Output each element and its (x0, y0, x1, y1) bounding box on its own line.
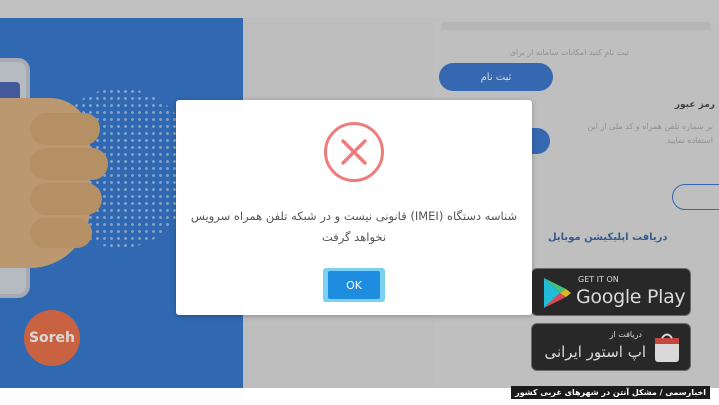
dialog-message-line1: شناسه دستگاه (IMEI) قانونی نیست و در شبک… (190, 209, 518, 223)
screenshot-area: Soreh ثبت نام کنید امکانات سامانه از برا… (0, 0, 719, 388)
dialog-message-line2: نخواهد گرفت (321, 230, 387, 244)
error-x-circle-icon (324, 122, 384, 182)
dialog-message: شناسه دستگاه (IMEI) قانونی نیست و در شبک… (186, 206, 522, 248)
ok-button-label: OK (328, 271, 380, 299)
error-dialog: شناسه دستگاه (IMEI) قانونی نیست و در شبک… (176, 100, 532, 315)
ok-button[interactable]: OK (323, 268, 385, 302)
news-caption: اخبارسمی / مشکل آنتن در شهرهای غربی کشور (511, 386, 710, 399)
